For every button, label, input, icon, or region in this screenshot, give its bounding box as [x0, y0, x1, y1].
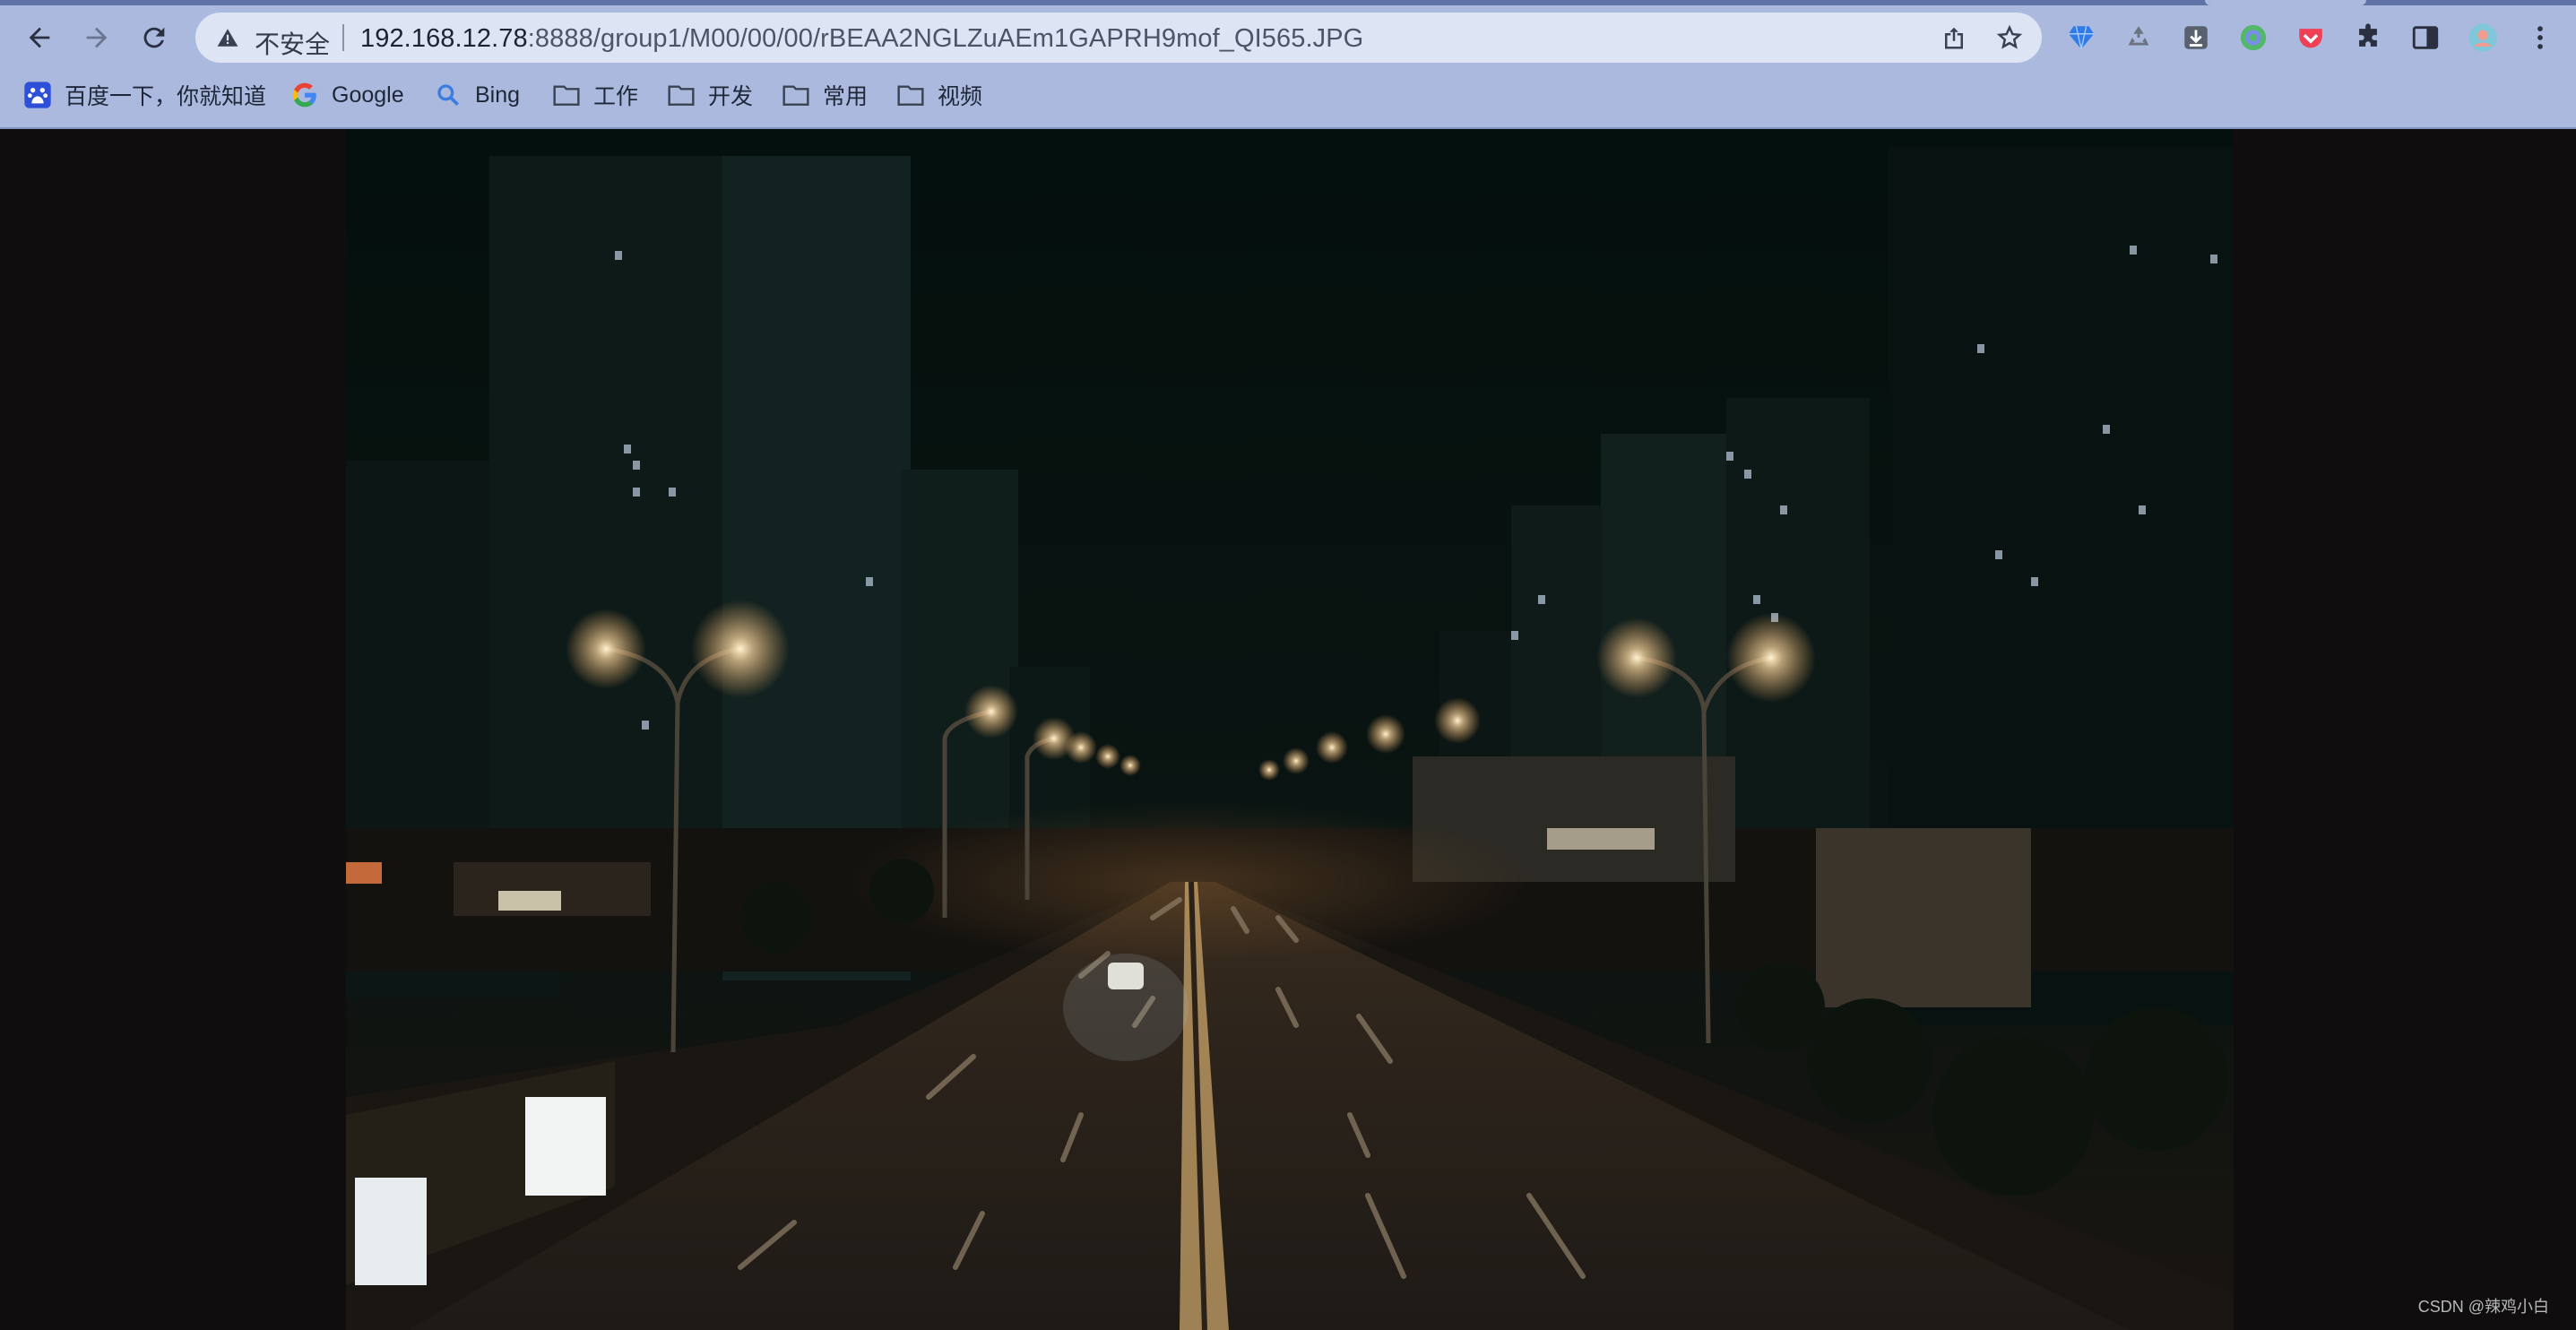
bookmark-label: 常用	[823, 84, 869, 109]
bookmark-label: Bing	[475, 82, 521, 108]
bing-search-icon	[434, 81, 462, 109]
security-status-label[interactable]: 不安全	[255, 25, 330, 61]
bookmark-folder-video[interactable]: 视频	[896, 79, 982, 111]
photo-illustration	[346, 129, 2234, 1330]
warning-triangle-icon[interactable]	[213, 23, 242, 52]
bookmark-bing[interactable]: Bing	[434, 79, 520, 111]
bookmark-google[interactable]: Google	[290, 79, 404, 111]
pocket-extension-icon[interactable]	[2291, 18, 2330, 57]
reload-button[interactable]	[133, 16, 176, 59]
recycle-extension-icon[interactable]	[2119, 18, 2158, 57]
arrow-right-icon	[86, 27, 108, 48]
folder-icon	[896, 81, 925, 109]
bookmark-label: 开发	[708, 84, 754, 109]
bookmark-folder-work[interactable]: 工作	[552, 79, 638, 111]
puzzle-icon[interactable]	[2348, 18, 2388, 57]
folder-icon	[667, 81, 696, 109]
address-bar[interactable]: 不安全 192.168.12.78:8888/group1/M00/00/00/…	[195, 13, 2042, 63]
bookmark-folder-dev[interactable]: 开发	[667, 79, 753, 111]
baidu-icon	[23, 81, 52, 109]
address-divider	[342, 24, 344, 51]
download-extension-icon[interactable]	[2176, 18, 2216, 57]
bookmark-label: 视频	[938, 84, 983, 109]
google-icon	[290, 81, 319, 109]
share-icon[interactable]	[1938, 22, 1970, 54]
bookmark-baidu[interactable]: 百度一下，你就知道	[23, 79, 266, 111]
forward-button[interactable]	[75, 16, 118, 59]
side-panel-icon[interactable]	[2406, 18, 2445, 57]
gem-extension-icon[interactable]	[2062, 18, 2101, 57]
bookmark-label: 工作	[593, 84, 639, 109]
tab-strip	[0, 0, 2576, 5]
bookmarks-bar: 百度一下，你就知道 Google Bing 工作 开发 常用 视频	[0, 75, 2576, 115]
more-vertical-icon[interactable]	[2520, 18, 2560, 57]
browser-toolbar: 不安全 192.168.12.78:8888/group1/M00/00/00/…	[0, 0, 2576, 129]
url-path: :8888/group1/M00/00/00/rBEAA2NGLZuAEm1GA…	[527, 24, 1364, 53]
url-text[interactable]: 192.168.12.78:8888/group1/M00/00/00/rBEA…	[360, 24, 1363, 54]
watermark: CSDN @辣鸡小白	[2417, 1298, 2549, 1316]
url-host: 192.168.12.78	[360, 24, 528, 53]
reload-icon	[143, 27, 165, 48]
image-viewer: CSDN @辣鸡小白	[0, 129, 2576, 1330]
back-button[interactable]	[18, 16, 61, 59]
arrow-left-icon	[29, 27, 50, 48]
night-street-photo[interactable]	[346, 129, 2234, 1330]
circle-extension-icon[interactable]	[2234, 18, 2273, 57]
star-icon[interactable]	[1993, 22, 2026, 54]
folder-icon	[782, 81, 810, 109]
folder-icon	[552, 81, 581, 109]
bookmark-folder-common[interactable]: 常用	[782, 79, 868, 111]
active-tab-hint[interactable]	[2205, 0, 2366, 5]
bookmark-label: Google	[332, 82, 404, 108]
bookmark-label: 百度一下，你就知道	[65, 84, 267, 109]
profile-avatar-icon[interactable]	[2463, 18, 2503, 57]
